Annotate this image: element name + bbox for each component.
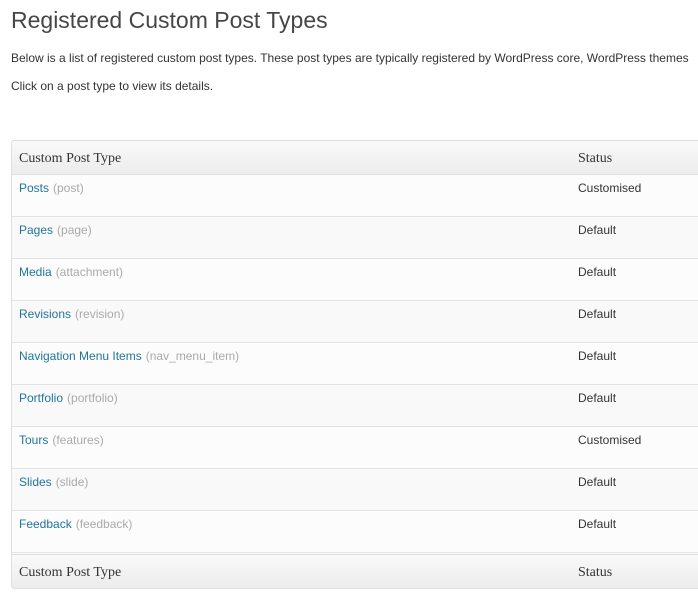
post-type-link-navigation-menu-items[interactable]: Navigation Menu Items	[19, 349, 142, 363]
post-type-cell: Feedback (feedback)	[19, 517, 132, 531]
column-footer-custom-post-type[interactable]: Custom Post Type	[19, 564, 121, 581]
table-row: Slides (slide) Default	[12, 469, 698, 511]
post-type-slug: (revision)	[75, 307, 125, 321]
post-type-slug: (nav_menu_item)	[145, 349, 240, 363]
post-type-status: Default	[578, 517, 617, 531]
table-header: Custom Post Type Status	[12, 141, 698, 175]
post-type-status: Default	[578, 307, 617, 321]
page-description: Below is a list of registered custom pos…	[11, 51, 689, 65]
table-row: Tours (features) Customised	[12, 427, 698, 469]
post-type-status: Default	[578, 391, 617, 405]
table-row: Revisions (revision) Default	[12, 301, 698, 343]
post-type-status: Customised	[578, 433, 642, 447]
post-type-cell: Posts (post)	[19, 181, 84, 195]
post-type-cell: Tours (features)	[19, 433, 104, 447]
post-type-slug: (attachment)	[55, 265, 124, 279]
table-row: Feedback (feedback) Default	[12, 511, 698, 553]
post-type-slug: (feedback)	[75, 517, 133, 531]
post-types-table: Custom Post Type Status Posts (post) Cust…	[11, 140, 698, 589]
post-type-link-posts[interactable]: Posts	[19, 181, 49, 195]
post-type-link-feedback[interactable]: Feedback	[19, 517, 72, 531]
column-footer-status[interactable]: Status	[578, 564, 612, 581]
table-row: Pages (page) Default	[12, 217, 698, 259]
table-row: Portfolio (portfolio) Default	[12, 385, 698, 427]
post-type-status: Customised	[578, 181, 642, 195]
post-type-slug: (slide)	[55, 475, 89, 489]
post-type-link-slides[interactable]: Slides	[19, 475, 52, 489]
post-type-status: Default	[578, 349, 617, 363]
post-type-cell: Slides (slide)	[19, 475, 88, 489]
post-type-link-revisions[interactable]: Revisions	[19, 307, 71, 321]
post-type-link-portfolio[interactable]: Portfolio	[19, 391, 63, 405]
page-title: Registered Custom Post Types	[11, 7, 328, 33]
post-type-slug: (features)	[52, 433, 104, 447]
post-type-link-media[interactable]: Media	[19, 265, 52, 279]
column-header-status[interactable]: Status	[578, 150, 612, 167]
post-type-cell: Revisions (revision)	[19, 307, 124, 321]
page-instruction: Click on a post type to view its details…	[11, 79, 214, 93]
post-type-status: Default	[578, 223, 617, 237]
post-type-link-tours[interactable]: Tours	[19, 433, 48, 447]
post-type-slug: (page)	[57, 223, 92, 237]
post-type-cell: Media (attachment)	[19, 265, 123, 279]
table-row: Posts (post) Customised	[12, 175, 698, 217]
post-type-cell: Navigation Menu Items (nav_menu_item)	[19, 349, 239, 363]
post-type-status: Default	[578, 265, 617, 279]
post-type-cell: Pages (page)	[19, 223, 92, 237]
table-footer: Custom Post Type Status	[12, 554, 698, 588]
post-type-slug: (portfolio)	[67, 391, 118, 405]
table-row: Navigation Menu Items (nav_menu_item) Def…	[12, 343, 698, 385]
post-type-status: Default	[578, 475, 617, 489]
column-header-custom-post-type[interactable]: Custom Post Type	[19, 150, 121, 167]
table-row: Media (attachment) Default	[12, 259, 698, 301]
post-type-slug: (post)	[53, 181, 84, 195]
post-type-cell: Portfolio (portfolio)	[19, 391, 118, 405]
post-type-link-pages[interactable]: Pages	[19, 223, 53, 237]
